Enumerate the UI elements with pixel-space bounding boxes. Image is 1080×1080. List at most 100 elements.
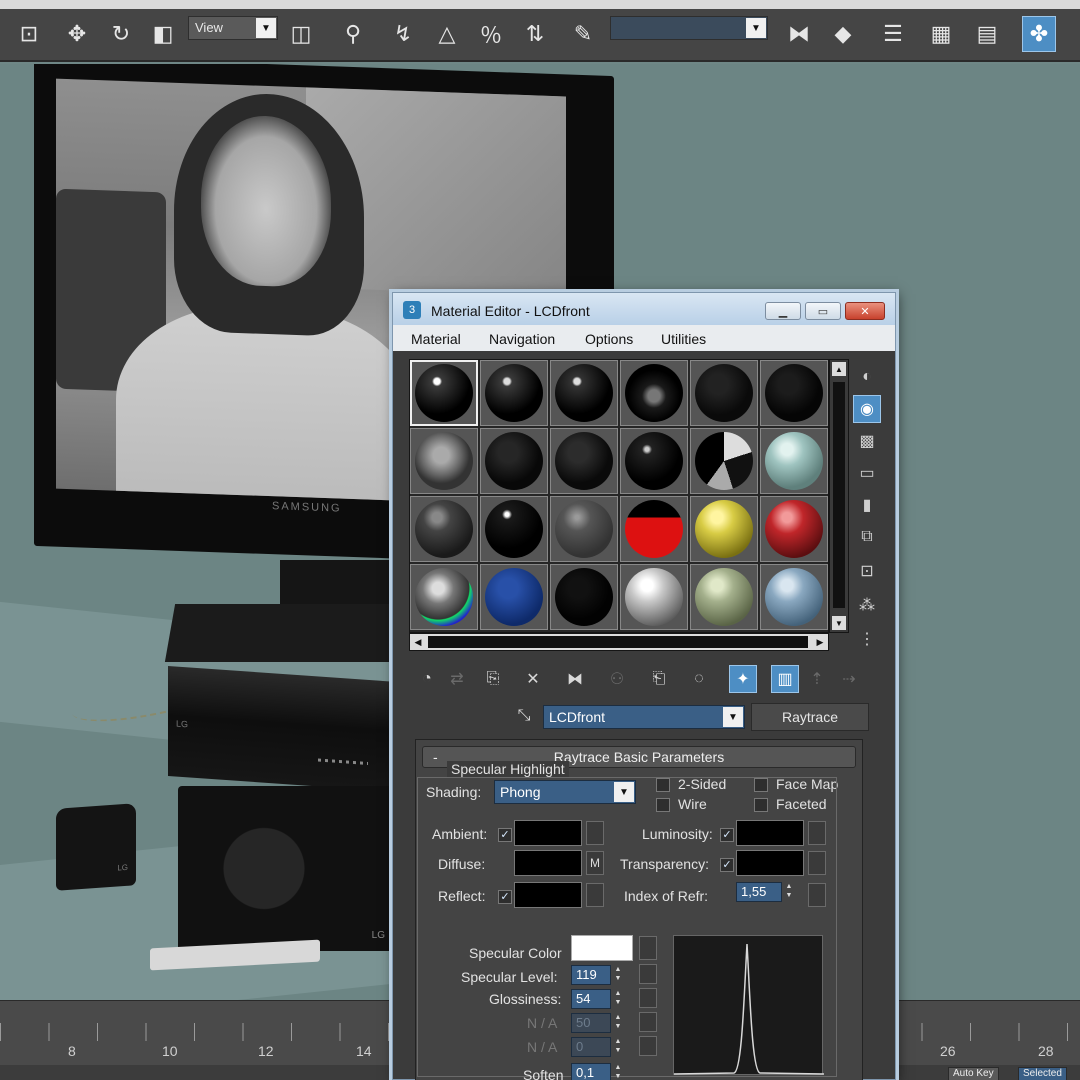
align-icon[interactable]: ◆	[826, 16, 860, 52]
sample-slot[interactable]	[690, 428, 758, 494]
title-bar[interactable]: 3 Material Editor - LCDfront ▁ ▭ ✕	[393, 293, 895, 325]
sample-slot[interactable]	[480, 564, 548, 630]
reference-coord-dropdown[interactable]: View ▼	[188, 16, 278, 40]
scroll-thumb[interactable]	[833, 382, 845, 608]
specular-level-input[interactable]: 119	[571, 965, 611, 985]
sample-slot[interactable]	[550, 496, 618, 562]
percent-snap-icon[interactable]: ％	[474, 16, 508, 52]
pick-material-from-object-icon[interactable]: ⤡	[511, 703, 537, 729]
sample-slot[interactable]	[760, 428, 828, 494]
sample-slot[interactable]	[410, 360, 478, 426]
material-editor-window: 3 Material Editor - LCDfront ▁ ▭ ✕ Mater…	[392, 292, 896, 1080]
specular-color-swatch[interactable]	[571, 935, 633, 961]
spinner-arrows-icon[interactable]: ▲ ▼	[613, 965, 623, 985]
schematic-view-icon[interactable]: ▤	[970, 16, 1004, 52]
menu-material[interactable]: Material	[411, 331, 461, 347]
maximize-button[interactable]: ▭	[805, 302, 841, 320]
sample-slot[interactable]	[620, 360, 688, 426]
options-icon[interactable]: ⊡	[853, 557, 881, 585]
snap-3d-icon[interactable]: ↯	[386, 16, 420, 52]
go-forward-to-sibling-icon[interactable]: ⇢	[835, 665, 863, 693]
close-button[interactable]: ✕	[845, 302, 885, 320]
video-color-check-icon[interactable]: ▮	[853, 491, 881, 519]
soften-input[interactable]: 0,1	[571, 1063, 611, 1080]
make-unique-icon[interactable]: ⚇	[603, 665, 631, 693]
sample-slot[interactable]	[550, 428, 618, 494]
auto-key-button[interactable]: Auto Key	[948, 1067, 999, 1080]
na-input-2: 0	[571, 1037, 611, 1057]
sample-slot[interactable]	[410, 428, 478, 494]
minimize-button[interactable]: ▁	[765, 302, 801, 320]
angle-snap-icon[interactable]: △	[430, 16, 464, 52]
glossiness-input[interactable]: 54	[571, 989, 611, 1009]
menu-options[interactable]: Options	[585, 331, 633, 347]
sample-slot[interactable]	[690, 564, 758, 630]
glossiness-map-button[interactable]	[639, 988, 657, 1008]
material-name-field[interactable]: LCDfront ▼	[543, 705, 745, 729]
spinner-arrows-icon[interactable]: ▲ ▼	[613, 1063, 623, 1080]
select-region-icon[interactable]: ⊡	[12, 16, 46, 52]
sample-type-icon[interactable]: ◐	[853, 363, 881, 391]
rotate-icon[interactable]: ↻	[104, 16, 138, 52]
rollout-title: Raytrace Basic Parameters	[553, 749, 725, 765]
reset-material-icon[interactable]: ✕	[519, 665, 547, 693]
sample-slot[interactable]	[620, 496, 688, 562]
sample-slot[interactable]	[550, 564, 618, 630]
scroll-up-icon[interactable]: ▲	[832, 362, 846, 376]
sample-slot[interactable]	[410, 564, 478, 630]
backlight-icon[interactable]: ◉	[853, 395, 881, 423]
mirror-icon[interactable]: ⧓	[782, 16, 816, 52]
material-map-navigator-icon[interactable]: ⋮	[853, 625, 881, 653]
go-to-parent-icon[interactable]: ⇡	[803, 665, 831, 693]
make-copy-icon[interactable]: ⧓	[561, 665, 589, 693]
put-to-library-icon[interactable]: ⎗	[645, 665, 673, 693]
sample-slot[interactable]	[480, 496, 548, 562]
sample-slot[interactable]	[760, 360, 828, 426]
curve-editor-icon[interactable]: ▦	[924, 16, 958, 52]
edit-named-selection-icon[interactable]: ✎	[566, 16, 600, 52]
slots-vertical-scrollbar[interactable]: ▲ ▼	[829, 359, 849, 633]
menu-utilities[interactable]: Utilities	[661, 331, 706, 347]
get-material-icon[interactable]: ◔	[413, 665, 441, 693]
sample-slot[interactable]	[550, 360, 618, 426]
layer-manager-icon[interactable]: ☰	[876, 16, 910, 52]
sample-slot[interactable]	[480, 360, 548, 426]
select-manipulate-icon[interactable]: ⚲	[336, 16, 370, 52]
named-selection-dropdown[interactable]: ▼	[610, 16, 768, 40]
sample-slot[interactable]	[620, 564, 688, 630]
show-map-in-viewport-icon[interactable]: ✦	[729, 665, 757, 693]
sample-slot[interactable]	[620, 428, 688, 494]
pivot-icon[interactable]: ◫	[284, 16, 318, 52]
sample-slot[interactable]	[690, 360, 758, 426]
sample-slot[interactable]	[410, 496, 478, 562]
material-id-channel-icon[interactable]: ◌	[685, 665, 713, 693]
assign-to-selection-icon[interactable]: ⎘	[479, 665, 507, 693]
put-to-scene-icon[interactable]: ⇄	[443, 665, 471, 693]
material-editor-icon[interactable]: ✤	[1022, 16, 1056, 52]
show-end-result-icon[interactable]: ▥	[771, 665, 799, 693]
scroll-right-icon[interactable]: ▶	[813, 635, 827, 649]
menu-navigation[interactable]: Navigation	[489, 331, 555, 347]
move-icon[interactable]: ✥	[60, 16, 94, 52]
na-label-1: N / A	[527, 1015, 558, 1031]
background-checker-icon[interactable]: ▩	[853, 427, 881, 455]
scroll-down-icon[interactable]: ▼	[832, 616, 846, 630]
make-preview-icon[interactable]: ⧉	[853, 523, 881, 551]
specular-level-map-button[interactable]	[639, 964, 657, 984]
uv-tiling-icon[interactable]: ▭	[853, 459, 881, 487]
select-by-material-icon[interactable]: ⁂	[853, 591, 881, 619]
specular-map-button[interactable]	[639, 936, 657, 960]
scroll-thumb[interactable]	[428, 636, 808, 648]
sample-slot[interactable]	[760, 496, 828, 562]
material-type-button[interactable]: Raytrace	[751, 703, 869, 731]
selected-dropdown[interactable]: Selected	[1018, 1067, 1067, 1080]
spinner-snap-icon[interactable]: ⇅	[518, 16, 552, 52]
spinner-arrows-icon[interactable]: ▲ ▼	[613, 989, 623, 1009]
slots-horizontal-scrollbar[interactable]: ◀ ▶	[409, 633, 829, 651]
scale-icon[interactable]: ◧	[146, 16, 180, 52]
specular-color-label: Specular Color	[469, 945, 562, 961]
sample-slot[interactable]	[480, 428, 548, 494]
sample-slot[interactable]	[690, 496, 758, 562]
sample-slot[interactable]	[760, 564, 828, 630]
scroll-left-icon[interactable]: ◀	[411, 635, 425, 649]
